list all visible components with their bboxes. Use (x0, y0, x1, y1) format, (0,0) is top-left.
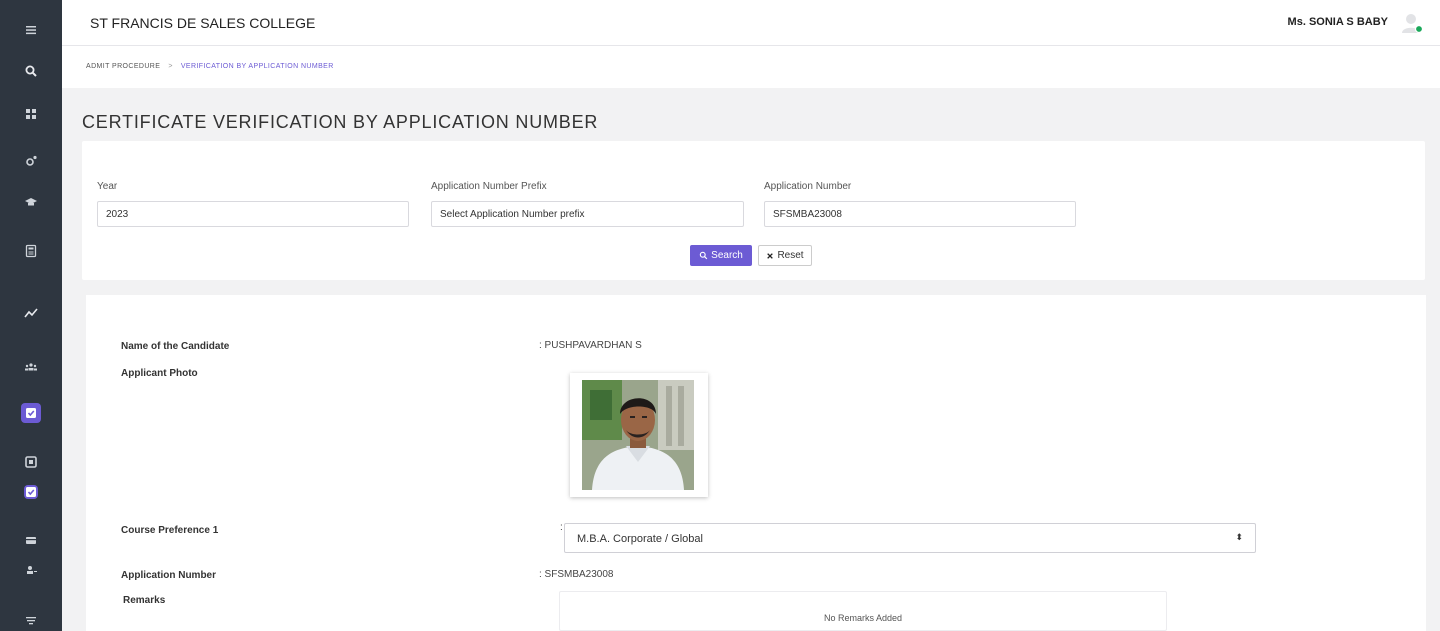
application-number-detail-label: Application Number (121, 570, 217, 581)
breadcrumb: ADMIT PROCEDURE > VERIFICATION BY APPLICAT… (86, 63, 334, 70)
prefix-select[interactable]: Select Application Number prefix (431, 201, 744, 227)
breadcrumb-separator: > (168, 63, 173, 70)
users-icon[interactable] (21, 357, 41, 377)
graduation-cap-icon[interactable] (21, 192, 41, 212)
user-avatar-icon (1402, 14, 1424, 34)
card-icon[interactable] (21, 530, 41, 550)
application-number-detail-value: : SFSMBA23008 (539, 569, 614, 580)
reset-button[interactable]: Reset (758, 245, 812, 266)
close-icon (767, 252, 774, 259)
course-preference-select[interactable]: M.B.A. Corporate / Global ⬍ (564, 523, 1256, 553)
year-field[interactable]: 2023 (97, 201, 409, 227)
square-icon[interactable] (24, 455, 38, 469)
candidate-name-label: Name of the Candidate (121, 341, 230, 352)
chart-line-icon[interactable] (21, 303, 41, 323)
reset-button-label: Reset (777, 250, 804, 261)
check-square-icon[interactable] (24, 485, 38, 499)
college-name: ST FRANCIS DE SALES COLLEGE (90, 15, 316, 31)
breadcrumb-current: VERIFICATION BY APPLICATION NUMBER (180, 63, 334, 70)
applicant-photo (570, 373, 708, 497)
course-colon: : (560, 522, 563, 533)
breadcrumb-bar: ADMIT PROCEDURE > VERIFICATION BY APPLICAT… (62, 46, 1440, 88)
remarks-box: No Remarks Added (559, 591, 1167, 631)
remarks-value: No Remarks Added (823, 613, 903, 623)
user-name[interactable]: Ms. SONIA S BABY (1288, 16, 1388, 28)
settings-icon[interactable] (21, 151, 41, 171)
menu-icon[interactable] (21, 20, 41, 40)
avatar[interactable] (1400, 11, 1424, 35)
filter-icon[interactable] (21, 610, 41, 630)
candidate-details-card: Name of the Candidate : PUSHPAVARDHAN S … (86, 295, 1426, 631)
calculator-icon[interactable] (21, 241, 41, 261)
candidate-name-value: : PUSHPAVARDHAN S (539, 340, 642, 351)
prefix-label: Application Number Prefix (431, 181, 547, 192)
sidebar (0, 0, 62, 631)
search-button[interactable]: Search (690, 245, 752, 266)
user-plus-icon[interactable] (21, 560, 41, 580)
breadcrumb-root[interactable]: ADMIT PROCEDURE (86, 63, 160, 70)
top-header: ST FRANCIS DE SALES COLLEGE Ms. SONIA S … (62, 0, 1440, 46)
page-title: CERTIFICATE VERIFICATION BY APPLICATION … (82, 112, 599, 132)
select-arrows-icon: ⬍ (1235, 532, 1243, 542)
filter-card: Year 2023 Application Number Prefix Sele… (82, 141, 1425, 280)
check-square-icon[interactable] (21, 403, 41, 423)
remarks-label: Remarks (123, 595, 166, 606)
application-number-label: Application Number (764, 181, 852, 192)
year-label: Year (97, 181, 118, 192)
course-preference-label: Course Preference 1 (121, 525, 219, 536)
application-number-field[interactable]: SFSMBA23008 (764, 201, 1076, 227)
search-icon (699, 251, 708, 260)
search-icon[interactable] (21, 61, 41, 81)
course-preference-value: M.B.A. Corporate / Global (577, 533, 703, 545)
applicant-photo-image (582, 380, 694, 490)
applicant-photo-label: Applicant Photo (121, 368, 198, 379)
dashboard-icon[interactable] (21, 104, 41, 124)
search-button-label: Search (711, 250, 743, 261)
